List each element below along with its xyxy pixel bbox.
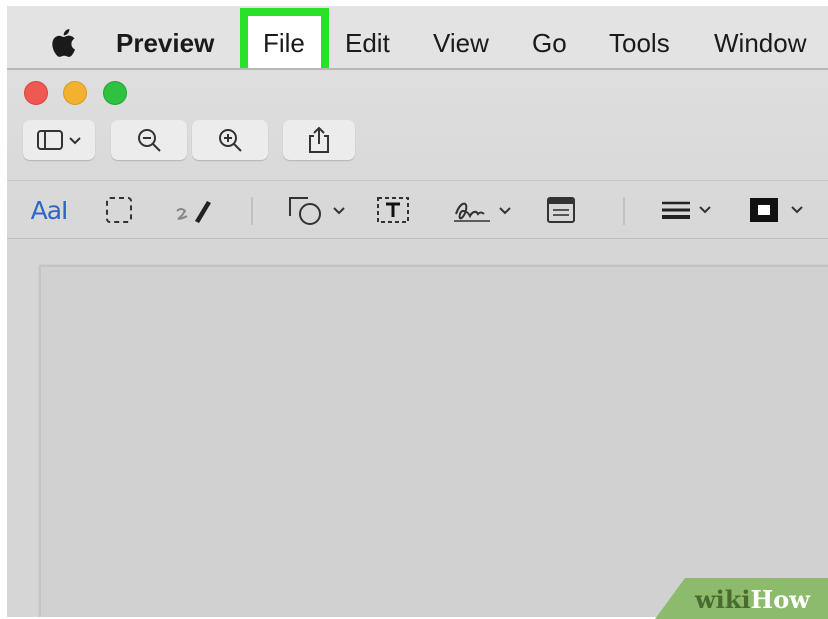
toolbar-separator xyxy=(251,197,253,225)
menu-go[interactable]: Go xyxy=(532,25,567,61)
shapes-icon xyxy=(289,197,345,225)
shapes-tool[interactable] xyxy=(285,193,353,227)
zoom-in-button[interactable] xyxy=(192,120,268,160)
menu-window[interactable]: Window xyxy=(714,25,806,61)
document-page[interactable] xyxy=(40,266,828,617)
menu-tools[interactable]: Tools xyxy=(609,25,670,61)
zoom-out-button[interactable] xyxy=(111,120,187,160)
preview-window: AaI xyxy=(7,68,828,617)
sidebar-icon xyxy=(37,130,81,150)
zoom-in-icon xyxy=(219,129,242,152)
text-selection-tool[interactable]: AaI xyxy=(23,193,75,227)
share-button[interactable] xyxy=(283,120,355,160)
menu-bar: Preview File Edit View Go Tools Window xyxy=(7,6,828,76)
menu-app-name[interactable]: Preview xyxy=(116,25,214,61)
toolbar-divider xyxy=(7,180,828,181)
zoom-window-button[interactable] xyxy=(103,81,127,105)
screenshot-frame: Preview File Edit View Go Tools Window A… xyxy=(7,6,828,617)
toolbar-separator xyxy=(623,197,625,225)
line-style-tool[interactable] xyxy=(657,193,719,227)
text-selection-icon: AaI xyxy=(30,195,69,225)
zoom-out-icon xyxy=(138,129,161,152)
window-titlebar: AaI xyxy=(7,70,828,239)
minimize-window-button[interactable] xyxy=(63,81,87,105)
apple-logo-icon[interactable] xyxy=(50,28,76,58)
note-tool[interactable] xyxy=(543,193,579,227)
line-style-icon xyxy=(662,201,711,219)
menu-view[interactable]: View xyxy=(433,25,489,61)
sidebar-view-button[interactable] xyxy=(23,120,95,160)
text-box-icon xyxy=(377,197,409,223)
note-icon xyxy=(547,197,575,223)
border-color-tool[interactable] xyxy=(745,193,815,227)
border-color-icon xyxy=(750,198,803,222)
menu-edit[interactable]: Edit xyxy=(345,25,390,61)
sign-icon xyxy=(454,202,511,222)
rectangular-selection-tool[interactable] xyxy=(101,193,137,227)
sketch-tool[interactable] xyxy=(167,193,217,227)
share-icon xyxy=(309,126,329,153)
wikihow-logo: wikiHow xyxy=(695,585,810,614)
menu-file[interactable]: File xyxy=(263,25,305,61)
sign-tool[interactable] xyxy=(449,193,521,227)
close-window-button[interactable] xyxy=(24,81,48,105)
text-box-tool[interactable] xyxy=(373,193,413,227)
rectangular-selection-icon xyxy=(106,197,132,223)
sketch-icon xyxy=(176,201,211,223)
